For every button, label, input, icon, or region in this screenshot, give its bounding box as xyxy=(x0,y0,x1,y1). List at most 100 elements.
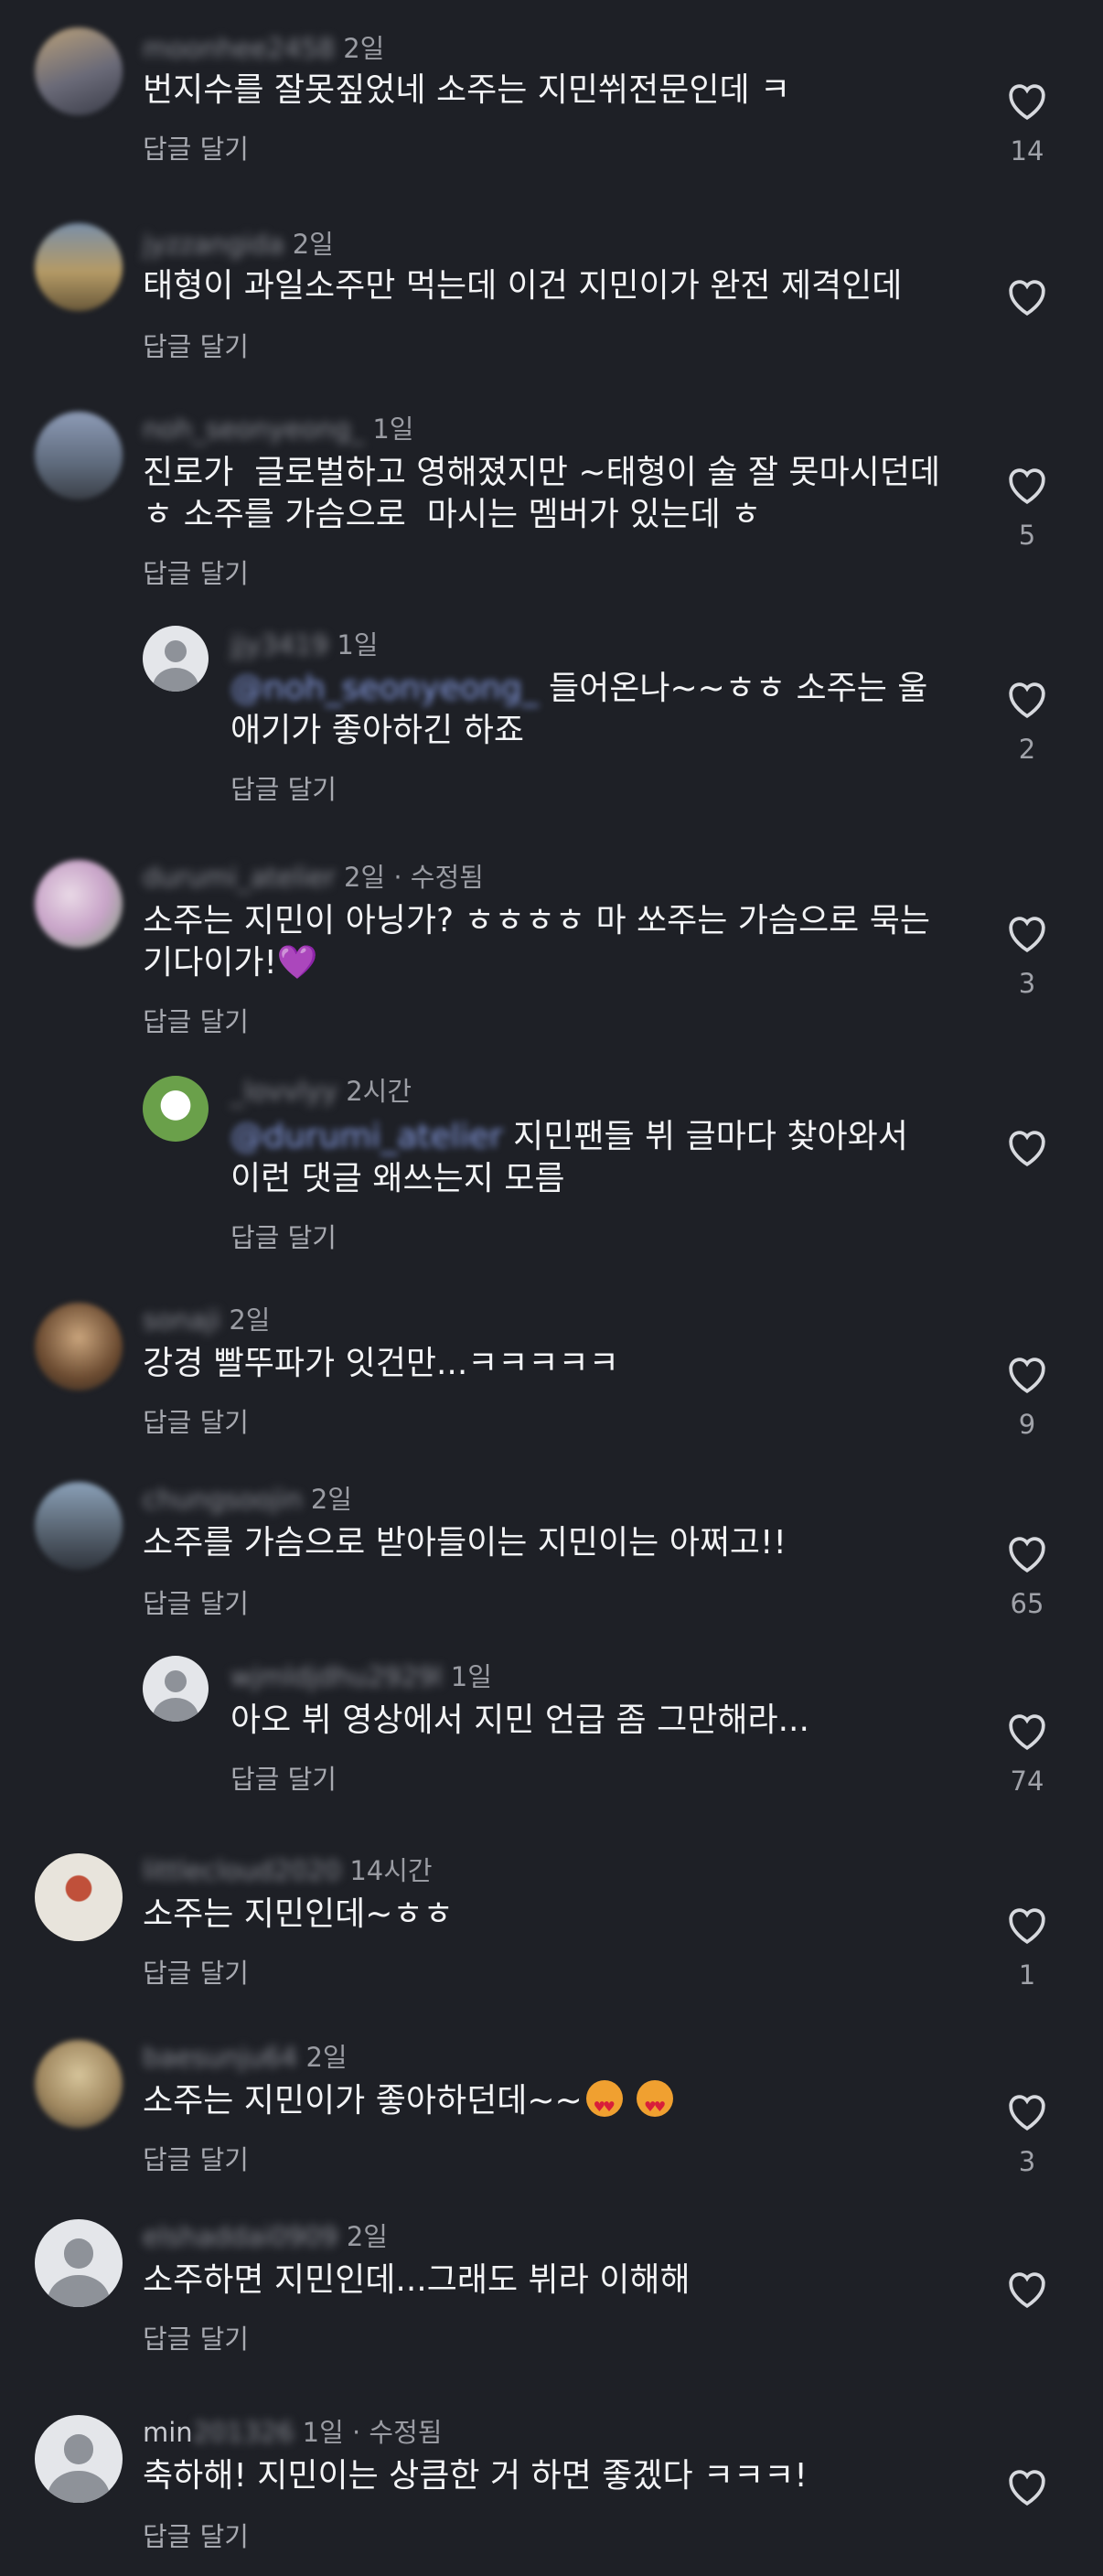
username[interactable]: jyzzangida xyxy=(143,229,284,260)
heart-eyes-emoji xyxy=(637,2080,674,2128)
avatar[interactable] xyxy=(35,1482,123,1570)
like-count: 3 xyxy=(1018,968,1036,999)
heart-icon xyxy=(1009,1714,1045,1750)
comment-text: 소주는 지민이 아닝가? ㅎㅎㅎㅎ 마 쏘주는 가슴으로 묵는 기다이가!💜 xyxy=(143,900,948,984)
username[interactable]: sonaji xyxy=(143,1304,220,1336)
timestamp: 2일 xyxy=(343,33,385,64)
username[interactable]: durumi_atelier xyxy=(143,862,336,893)
like-button[interactable]: 65 xyxy=(995,1531,1059,1619)
avatar[interactable] xyxy=(143,626,209,692)
comment-meta: jyzzangida 2일 xyxy=(143,223,334,262)
username[interactable]: moonhee2458 xyxy=(143,33,335,64)
comment-meta: wjmldjdhu2929l 1일 xyxy=(230,1656,492,1694)
avatar[interactable] xyxy=(143,1076,209,1142)
timestamp: 2일 xyxy=(229,1304,271,1336)
like-count: 5 xyxy=(1018,520,1036,551)
timestamp: 1일 xyxy=(372,413,414,445)
like-button[interactable] xyxy=(995,2464,1059,2506)
comment-text: 소주하면 지민인데...그래도 뷔라 이해해 xyxy=(143,2261,691,2299)
timestamp: 1일 xyxy=(337,629,379,660)
username-hidden-part: 201326 xyxy=(192,2417,294,2448)
timestamp: 2일 xyxy=(305,2042,348,2073)
like-button[interactable] xyxy=(995,1125,1059,1167)
comment-meta: noh_seonyeong_ 1일 xyxy=(143,408,413,446)
like-button[interactable]: 9 xyxy=(995,1352,1059,1440)
avatar[interactable] xyxy=(35,1853,123,1941)
reply-button[interactable]: 답글 달기 xyxy=(143,2318,249,2356)
like-count: 3 xyxy=(1018,2146,1036,2177)
comment-text: 아오 뷔 영상에서 지민 언급 좀 그만해라... xyxy=(230,1701,809,1739)
like-button[interactable]: 14 xyxy=(995,79,1059,166)
heart-icon xyxy=(1009,682,1045,718)
username[interactable]: elshaddai0909 xyxy=(143,2221,338,2252)
timestamp: 1일 · 수정됨 xyxy=(302,2417,443,2448)
comment-text: 소주를 가슴으로 받아들이는 지민이는 아쩌고!! xyxy=(143,1524,787,1562)
avatar[interactable] xyxy=(35,2040,123,2128)
comment-text: @durumi_atelier 지민팬들 뷔 글마다 찾아와서 이런 댓글 왜쓰… xyxy=(230,1116,962,1200)
comment-text: 강경 빨뚜파가 잇건만...ㅋㅋㅋㅋㅋ xyxy=(143,1345,619,1382)
avatar[interactable] xyxy=(35,412,123,499)
comment-text: 축하해! 지민이는 상큼한 거 하면 좋겠다 ㅋㅋㅋ! xyxy=(143,2457,808,2495)
like-button[interactable]: 1 xyxy=(995,1903,1059,1991)
like-count: 65 xyxy=(1010,1588,1044,1619)
username[interactable]: baesunju64 xyxy=(143,2042,297,2073)
avatar[interactable] xyxy=(35,2415,123,2503)
username[interactable]: wjmldjdhu2929l xyxy=(230,1661,443,1692)
heart-icon xyxy=(1009,2095,1045,2131)
username[interactable]: min xyxy=(143,2417,193,2448)
timestamp: 1일 xyxy=(450,1661,492,1692)
reply-button[interactable]: 답글 달기 xyxy=(143,1952,249,1991)
reply-button[interactable]: 답글 달기 xyxy=(143,2139,249,2177)
purple-heart-emoji: 💜 xyxy=(276,944,318,982)
heart-eyes-emoji xyxy=(585,2080,623,2128)
like-button[interactable] xyxy=(995,274,1059,317)
comment-text: 소주는 지민이가 좋아하던데~~ xyxy=(143,2080,948,2128)
avatar[interactable] xyxy=(143,1656,209,1722)
avatar[interactable] xyxy=(35,2219,123,2307)
avatar[interactable] xyxy=(35,1303,123,1390)
heart-icon xyxy=(1009,917,1045,952)
comment-body: 소주는 지민이가 좋아하던데~~ xyxy=(143,2082,583,2120)
reply-button[interactable]: 답글 달기 xyxy=(143,1401,249,1440)
username[interactable]: littlecloud2020 xyxy=(143,1855,341,1886)
heart-icon xyxy=(1009,1908,1045,1944)
heart-icon xyxy=(1009,1358,1045,1393)
like-count: 2 xyxy=(1018,734,1036,765)
reply-button[interactable]: 답글 달기 xyxy=(143,2516,249,2554)
mention-link[interactable]: @durumi_atelier xyxy=(230,1118,503,1155)
reply-button[interactable]: 답글 달기 xyxy=(230,1217,337,1255)
reply-button[interactable]: 답글 달기 xyxy=(230,1758,337,1797)
username[interactable]: _lovvlyy xyxy=(230,1076,337,1107)
like-count: 74 xyxy=(1010,1766,1044,1797)
comment-meta: moonhee2458 2일 xyxy=(143,27,384,66)
timestamp: 2일 xyxy=(310,1484,352,1515)
username[interactable]: chungsoojin xyxy=(143,1484,303,1515)
comment-meta: littlecloud2020 14시간 xyxy=(143,1850,433,1888)
heart-icon xyxy=(1009,280,1045,316)
comment-text: 진로가 글로벌하고 영해졌지만 ~태형이 술 잘 못마시던데 ㅎ 소주를 가슴으… xyxy=(143,454,941,533)
avatar[interactable] xyxy=(35,860,123,948)
reply-button[interactable]: 답글 달기 xyxy=(143,1001,249,1039)
reply-button[interactable]: 답글 달기 xyxy=(143,1583,249,1621)
like-button[interactable]: 3 xyxy=(995,2089,1059,2177)
comment-meta: sonaji 2일 xyxy=(143,1299,270,1337)
comment-body: 소주는 지민이 아닝가? ㅎㅎㅎㅎ 마 쏘주는 가슴으로 묵는 기다이가! xyxy=(143,902,930,982)
avatar[interactable] xyxy=(35,27,123,115)
reply-button[interactable]: 답글 달기 xyxy=(143,128,249,166)
username[interactable]: noh_seonyeong_ xyxy=(143,413,364,445)
comment-text: 태형이 과일소주만 먹는데 이건 지민이가 완전 제격인데 xyxy=(143,267,903,305)
like-button[interactable] xyxy=(995,2267,1059,2309)
like-button[interactable]: 74 xyxy=(995,1709,1059,1797)
comment-meta: durumi_atelier 2일 · 수정됨 xyxy=(143,856,484,895)
avatar[interactable] xyxy=(35,223,123,311)
mention-link[interactable]: @noh_seonyeong_ xyxy=(230,670,539,707)
reply-button[interactable]: 답글 달기 xyxy=(143,553,249,591)
comment-text: 번지수를 잘못짚었네 소주는 지민쒸전문인데 ㅋ xyxy=(143,71,791,109)
like-button[interactable]: 5 xyxy=(995,463,1059,551)
like-button[interactable]: 3 xyxy=(995,911,1059,999)
reply-button[interactable]: 답글 달기 xyxy=(143,326,249,364)
username[interactable]: jjy3419 xyxy=(230,629,328,660)
heart-icon xyxy=(1009,84,1045,120)
reply-button[interactable]: 답글 달기 xyxy=(230,768,337,807)
like-button[interactable]: 2 xyxy=(995,677,1059,765)
